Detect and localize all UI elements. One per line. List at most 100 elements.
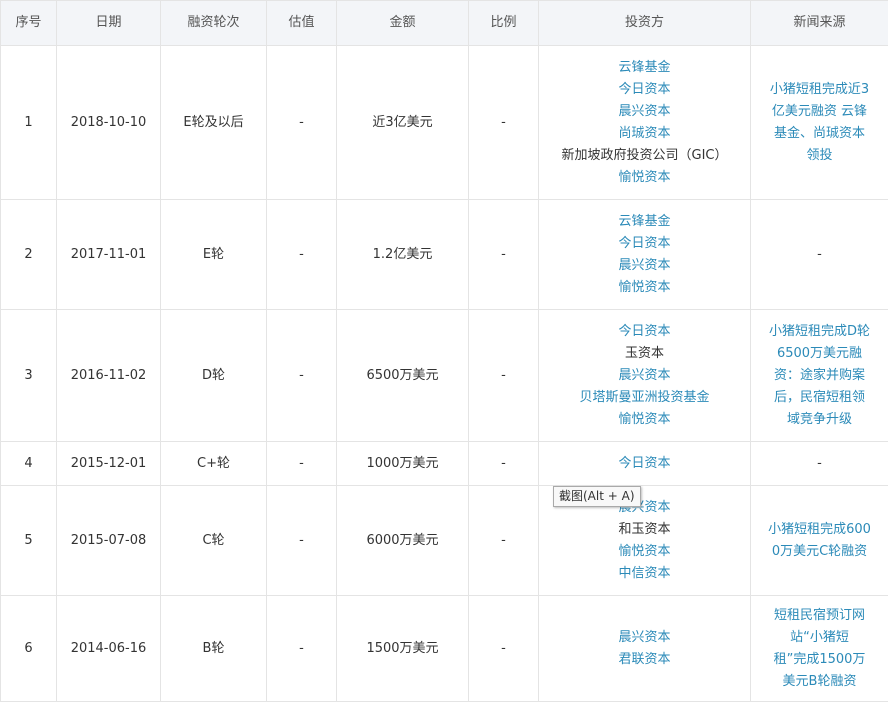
- news-line: 领投: [751, 145, 888, 167]
- valuation-cell: -: [267, 442, 337, 486]
- screenshot-tooltip: 截图(Alt + A): [553, 486, 641, 507]
- news-line: 资：途家并购案: [751, 365, 888, 387]
- investors-cell: 晨兴资本君联资本: [539, 596, 751, 702]
- news-line: 6500万美元融: [751, 343, 888, 365]
- table-row: 62014-06-16B轮-1500万美元-晨兴资本君联资本短租民宿预订网站“小…: [1, 596, 888, 702]
- valuation-cell: -: [267, 486, 337, 596]
- news-link[interactable]: 小猪短租完成6000万美元C轮融资: [751, 486, 888, 596]
- news-line: 0万美元C轮融资: [751, 541, 888, 563]
- table-body: 12018-10-10E轮及以后-近3亿美元-云锋基金今日资本晨兴资本尚珹资本新…: [1, 46, 888, 702]
- investor-link[interactable]: 云锋基金: [539, 57, 750, 79]
- funding-table: 序号 日期 融资轮次 估值 金额 比例 投资方 新闻来源 12018-10-10…: [0, 0, 888, 702]
- news-line: 亿美元融资 云锋: [751, 101, 888, 123]
- ratio-cell: -: [469, 596, 539, 702]
- table-row: 52015-07-08C轮-6000万美元-晨兴资本和玉资本愉悦资本中信资本小猪…: [1, 486, 888, 596]
- seq-cell: 3: [1, 310, 57, 442]
- investor-link[interactable]: 愉悦资本: [539, 167, 750, 189]
- investor-link[interactable]: 今日资本: [539, 233, 750, 255]
- amount-cell: 6000万美元: [337, 486, 469, 596]
- investor-link[interactable]: 晨兴资本: [539, 255, 750, 277]
- news-line: -: [751, 244, 888, 266]
- amount-cell: 6500万美元: [337, 310, 469, 442]
- investor-link[interactable]: 尚珹资本: [539, 123, 750, 145]
- news-line: 基金、尚珹资本: [751, 123, 888, 145]
- round-cell: E轮及以后: [161, 46, 267, 200]
- news-cell-empty: -: [751, 442, 888, 486]
- seq-cell: 1: [1, 46, 57, 200]
- ratio-cell: -: [469, 46, 539, 200]
- seq-cell: 6: [1, 596, 57, 702]
- news-line: 美元B轮融资: [751, 671, 888, 693]
- news-line: 小猪短租完成近3: [751, 79, 888, 101]
- investors-cell: 云锋基金今日资本晨兴资本愉悦资本: [539, 200, 751, 310]
- investor-link[interactable]: 今日资本: [539, 79, 750, 101]
- seq-cell: 2: [1, 200, 57, 310]
- valuation-cell: -: [267, 596, 337, 702]
- col-header-news: 新闻来源: [751, 1, 888, 46]
- news-line: 短租民宿预订网: [751, 605, 888, 627]
- investor-link[interactable]: 晨兴资本: [539, 627, 750, 649]
- date-cell: 2017-11-01: [57, 200, 161, 310]
- date-cell: 2014-06-16: [57, 596, 161, 702]
- table-row: 32016-11-02D轮-6500万美元-今日资本玉资本晨兴资本贝塔斯曼亚洲投…: [1, 310, 888, 442]
- investors-cell: 今日资本: [539, 442, 751, 486]
- investor-link[interactable]: 晨兴资本: [539, 101, 750, 123]
- investor-link[interactable]: 愉悦资本: [539, 277, 750, 299]
- news-line: 站“小猪短: [751, 627, 888, 649]
- news-cell-empty: -: [751, 200, 888, 310]
- valuation-cell: -: [267, 310, 337, 442]
- round-cell: B轮: [161, 596, 267, 702]
- investor-name: 玉资本: [539, 343, 750, 365]
- investors-cell: 今日资本玉资本晨兴资本贝塔斯曼亚洲投资基金愉悦资本: [539, 310, 751, 442]
- date-cell: 2018-10-10: [57, 46, 161, 200]
- ratio-cell: -: [469, 486, 539, 596]
- amount-cell: 1.2亿美元: [337, 200, 469, 310]
- ratio-cell: -: [469, 200, 539, 310]
- col-header-seq: 序号: [1, 1, 57, 46]
- investor-link[interactable]: 愉悦资本: [539, 541, 750, 563]
- news-link[interactable]: 小猪短租完成近3亿美元融资 云锋基金、尚珹资本领投: [751, 46, 888, 200]
- date-cell: 2015-07-08: [57, 486, 161, 596]
- news-line: 小猪短租完成D轮: [751, 321, 888, 343]
- table-row: 42015-12-01C+轮-1000万美元-今日资本-: [1, 442, 888, 486]
- amount-cell: 1500万美元: [337, 596, 469, 702]
- news-link[interactable]: 小猪短租完成D轮6500万美元融资：途家并购案后，民宿短租领域竞争升级: [751, 310, 888, 442]
- investor-link[interactable]: 中信资本: [539, 563, 750, 585]
- amount-cell: 1000万美元: [337, 442, 469, 486]
- investor-link[interactable]: 云锋基金: [539, 211, 750, 233]
- round-cell: C轮: [161, 486, 267, 596]
- date-cell: 2015-12-01: [57, 442, 161, 486]
- ratio-cell: -: [469, 310, 539, 442]
- amount-cell: 近3亿美元: [337, 46, 469, 200]
- news-line: 小猪短租完成600: [751, 519, 888, 541]
- col-header-ratio: 比例: [469, 1, 539, 46]
- table-row: 22017-11-01E轮-1.2亿美元-云锋基金今日资本晨兴资本愉悦资本-: [1, 200, 888, 310]
- investor-link[interactable]: 君联资本: [539, 649, 750, 671]
- news-link[interactable]: 短租民宿预订网站“小猪短租”完成1500万美元B轮融资: [751, 596, 888, 702]
- investor-link[interactable]: 晨兴资本: [539, 365, 750, 387]
- valuation-cell: -: [267, 200, 337, 310]
- investor-link[interactable]: 今日资本: [539, 321, 750, 343]
- news-line: 后，民宿短租领: [751, 387, 888, 409]
- investor-link[interactable]: 今日资本: [539, 453, 750, 475]
- valuation-cell: -: [267, 46, 337, 200]
- news-line: 域竞争升级: [751, 409, 888, 431]
- round-cell: D轮: [161, 310, 267, 442]
- round-cell: C+轮: [161, 442, 267, 486]
- investor-name: 和玉资本: [539, 519, 750, 541]
- investor-link[interactable]: 贝塔斯曼亚洲投资基金: [539, 387, 750, 409]
- col-header-round: 融资轮次: [161, 1, 267, 46]
- investor-name: 新加坡政府投资公司（GIC）: [539, 145, 750, 167]
- date-cell: 2016-11-02: [57, 310, 161, 442]
- round-cell: E轮: [161, 200, 267, 310]
- investor-link[interactable]: 愉悦资本: [539, 409, 750, 431]
- news-line: -: [751, 453, 888, 475]
- seq-cell: 4: [1, 442, 57, 486]
- ratio-cell: -: [469, 442, 539, 486]
- table-row: 12018-10-10E轮及以后-近3亿美元-云锋基金今日资本晨兴资本尚珹资本新…: [1, 46, 888, 200]
- col-header-amount: 金额: [337, 1, 469, 46]
- news-line: 租”完成1500万: [751, 649, 888, 671]
- col-header-investors: 投资方: [539, 1, 751, 46]
- seq-cell: 5: [1, 486, 57, 596]
- col-header-valuation: 估值: [267, 1, 337, 46]
